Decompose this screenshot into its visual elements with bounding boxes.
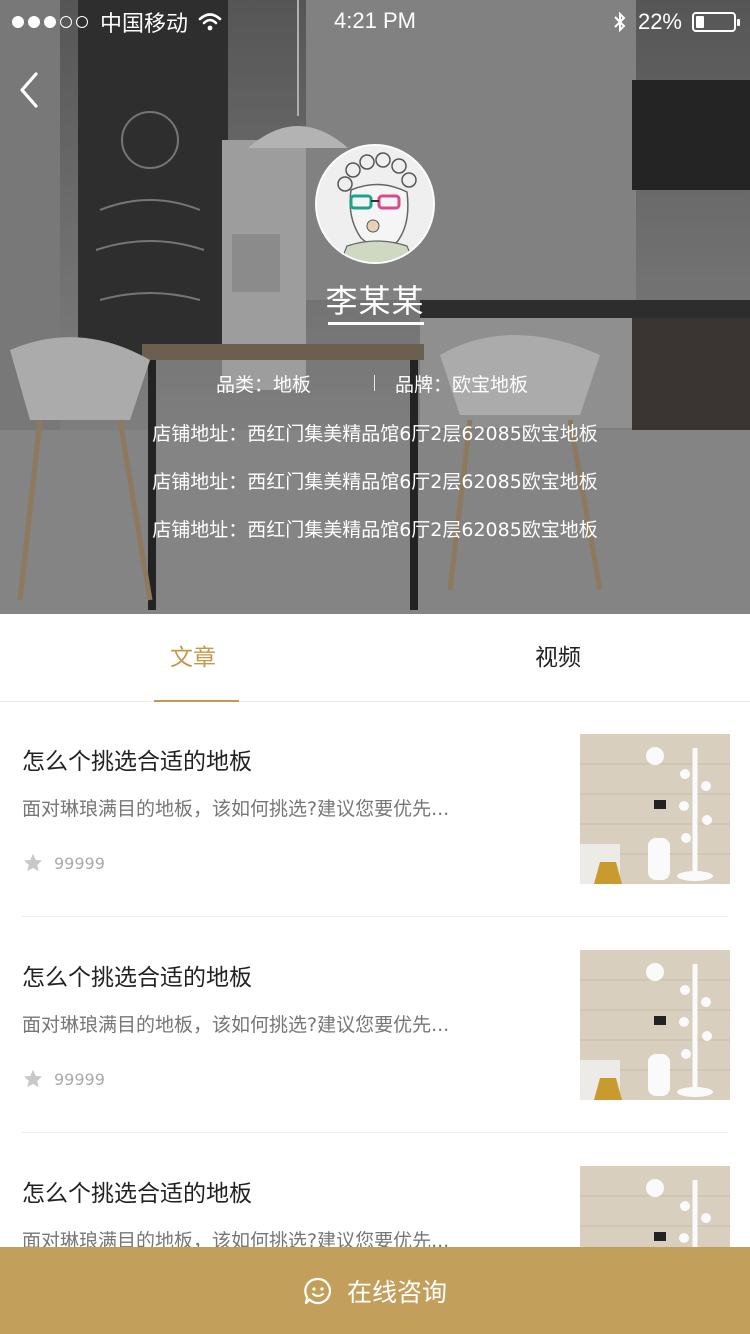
store-address: 店铺地址：西红门集美精品馆6厅2层62085欧宝地板: [152, 423, 598, 445]
article-thumbnail[interactable]: [580, 950, 730, 1100]
smiley-chat-icon: [304, 1277, 332, 1304]
like-count: 99999: [54, 1069, 105, 1089]
article-likes: 99999: [22, 1068, 105, 1090]
article-list: 怎么个挑选合适的地板 面对琳琅满目的地板，该如何挑选?建议您要优先... 999…: [0, 702, 750, 1247]
name-underline: [328, 322, 424, 325]
bluetooth-icon: [614, 11, 626, 33]
meta-divider: [374, 375, 375, 391]
status-bar: 中国移动 4:21 PM 22%: [0, 0, 750, 44]
battery-level: [696, 16, 704, 28]
article-likes: 99999: [22, 852, 105, 874]
article-summary: 面对琳琅满目的地板，该如何挑选?建议您要优先...: [22, 798, 450, 820]
profile-header: 中国移动 4:21 PM 22% 李某某 品类：地板 品牌：欧宝地板 店铺地址：…: [0, 0, 750, 614]
store-address: 店铺地址：西红门集美精品馆6厅2层62085欧宝地板: [152, 519, 598, 541]
article-summary: 面对琳琅满目的地板，该如何挑选?建议您要优先...: [22, 1230, 450, 1247]
back-button[interactable]: [14, 68, 54, 112]
battery-icon: [692, 12, 740, 32]
chevron-left-icon: [20, 72, 38, 108]
bathroom-thumbnail-image: [580, 734, 730, 884]
online-consult-button[interactable]: 在线咨询: [0, 1247, 750, 1334]
content-tabs: 文章 视频: [0, 614, 750, 702]
bathroom-thumbnail-image: [580, 1166, 730, 1247]
profile-meta: 品类：地板 品牌：欧宝地板: [0, 370, 750, 396]
status-right: 22%: [612, 8, 740, 36]
article-thumbnail[interactable]: [580, 1166, 730, 1247]
bathroom-thumbnail-image: [580, 950, 730, 1100]
star-icon: [23, 1069, 43, 1088]
tab-articles[interactable]: 文章: [120, 614, 266, 702]
category-label: 品类：地板: [216, 374, 312, 396]
tab-videos[interactable]: 视频: [485, 614, 631, 702]
article-item[interactable]: 怎么个挑选合适的地板 面对琳琅满目的地板，该如何挑选?建议您要优先... 999…: [0, 1134, 750, 1247]
article-title: 怎么个挑选合适的地板: [22, 749, 252, 775]
profile-name: 李某某: [325, 282, 425, 320]
star-icon: [23, 853, 43, 872]
article-summary: 面对琳琅满目的地板，该如何挑选?建议您要优先...: [22, 1014, 450, 1036]
brand-label: 品牌：欧宝地板: [395, 374, 529, 396]
consult-label: 在线咨询: [346, 1277, 447, 1307]
article-item[interactable]: 怎么个挑选合适的地板 面对琳琅满目的地板，该如何挑选?建议您要优先... 999…: [0, 918, 750, 1134]
battery-percentage: 22%: [637, 9, 682, 34]
like-count: 99999: [54, 853, 105, 873]
avatar[interactable]: [315, 144, 435, 264]
avatar-illustration: [317, 146, 433, 262]
article-title: 怎么个挑选合适的地板: [22, 965, 252, 991]
item-divider: [22, 1132, 728, 1133]
item-divider: [22, 916, 728, 917]
article-item[interactable]: 怎么个挑选合适的地板 面对琳琅满目的地板，该如何挑选?建议您要优先... 999…: [0, 702, 750, 918]
store-address: 店铺地址：西红门集美精品馆6厅2层62085欧宝地板: [152, 471, 598, 493]
article-thumbnail[interactable]: [580, 734, 730, 884]
article-title: 怎么个挑选合适的地板: [22, 1181, 252, 1207]
